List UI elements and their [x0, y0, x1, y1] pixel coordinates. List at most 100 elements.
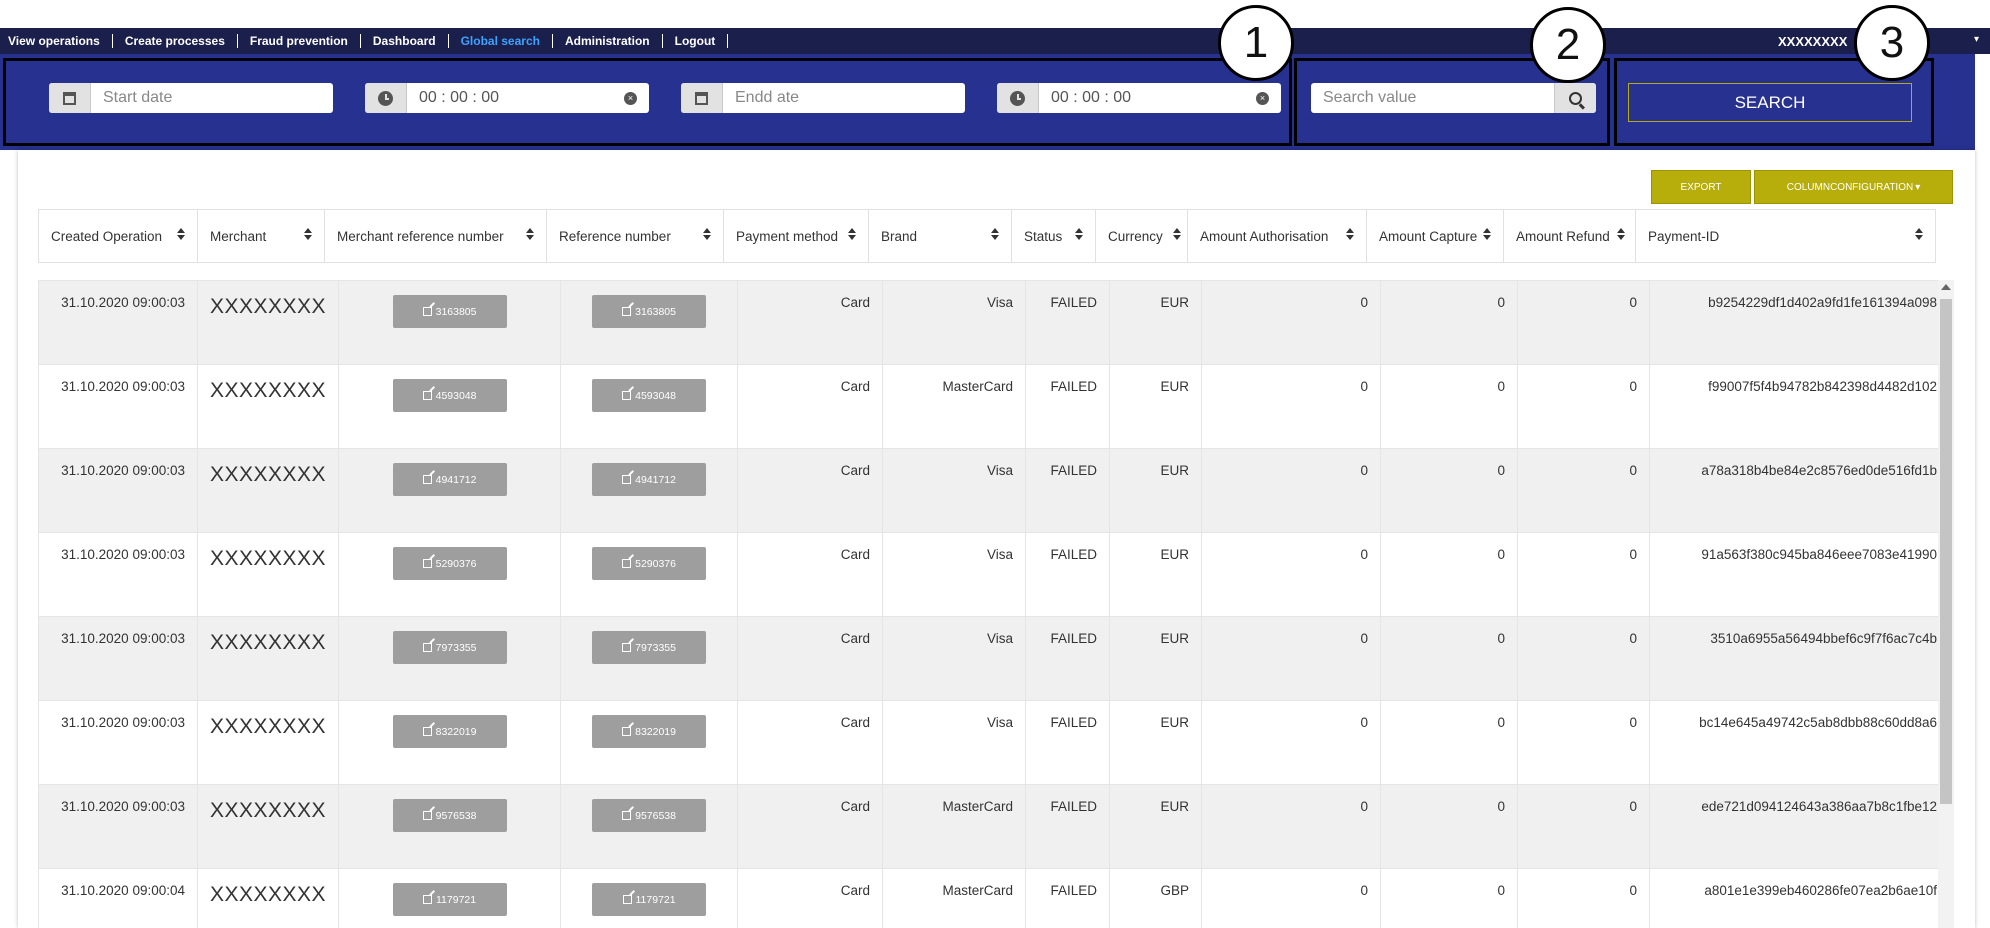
reference-button[interactable]: 8322019	[592, 715, 707, 748]
column-header[interactable]: Brand	[868, 209, 1012, 263]
results-table-body: 31.10.2020 09:00:03 XXXXXXXX 3163805 316380…	[38, 280, 1954, 928]
external-link-icon	[422, 307, 432, 316]
column-header-label: Payment method	[736, 228, 839, 244]
brand-cell: Visa	[882, 616, 1027, 701]
merchant-reference-button[interactable]: 7973355	[392, 631, 507, 664]
reference-button[interactable]: 4941712	[592, 463, 707, 496]
merchant-reference-button[interactable]: 9576538	[392, 799, 507, 832]
column-header-label: Amount Authorisation	[1200, 228, 1329, 244]
status-cell: FAILED	[1025, 280, 1111, 365]
amount-refund-cell: 0	[1517, 700, 1651, 785]
amount-refund-cell: 0	[1517, 448, 1651, 533]
sort-icon[interactable]	[1173, 228, 1181, 242]
scrollbar-thumb[interactable]	[1940, 299, 1952, 804]
sort-icon[interactable]	[848, 228, 856, 242]
column-header[interactable]: Reference number	[546, 209, 724, 263]
merchant-reference-button[interactable]: 8322019	[392, 715, 507, 748]
column-header-label: Payment-ID	[1648, 228, 1720, 244]
user-name[interactable]: XXXXXXXX	[1778, 34, 1847, 49]
sort-icon[interactable]	[304, 228, 312, 242]
column-header[interactable]: Payment method	[723, 209, 869, 263]
column-header[interactable]: Merchant	[197, 209, 325, 263]
reference-button[interactable]: 1179721	[592, 883, 707, 916]
reference-button[interactable]: 5290376	[592, 547, 707, 580]
reference-button[interactable]: 9576538	[592, 799, 707, 832]
sort-icon[interactable]	[1075, 228, 1083, 242]
column-header[interactable]: Amount Capture	[1366, 209, 1504, 263]
user-menu-caret-icon[interactable]: ▾	[1974, 34, 1979, 45]
nav-administration[interactable]: Administration	[553, 34, 663, 48]
column-header[interactable]: Status	[1011, 209, 1096, 263]
column-header-label: Created Operation	[51, 228, 163, 244]
merchant-cell: XXXXXXXX	[196, 700, 340, 785]
sort-icon[interactable]	[1617, 228, 1625, 242]
reference-button[interactable]: 7973355	[592, 631, 707, 664]
reference-cell: 9576538	[560, 784, 739, 869]
nav-dashboard[interactable]: Dashboard	[361, 34, 449, 48]
nav-fraud-prevention[interactable]: Fraud prevention	[238, 34, 361, 48]
table-row[interactable]: 31.10.2020 09:00:03 XXXXXXXX 4941712 494171…	[38, 448, 1951, 533]
column-header-label: Brand	[881, 228, 918, 244]
brand-cell: Visa	[882, 532, 1027, 617]
payment-method-cell: Card	[737, 700, 884, 785]
payment-id-cell: bc14e645a49742c5ab8dbb88c60dd8a6	[1649, 700, 1951, 785]
external-link-icon	[622, 307, 632, 316]
external-link-icon	[622, 895, 632, 904]
reference-button[interactable]: 4593048	[592, 379, 707, 412]
callout-number-1: 1	[1218, 5, 1294, 81]
sort-icon[interactable]	[703, 228, 711, 242]
merchant-reference-button[interactable]: 5290376	[392, 547, 507, 580]
column-configuration-button[interactable]: COLUMNCONFIGURATION ▾	[1754, 170, 1953, 204]
nav-create-processes[interactable]: Create processes	[113, 34, 238, 48]
nav-global-search[interactable]: Global search	[449, 34, 553, 48]
brand-cell: Visa	[882, 280, 1027, 365]
results-table-header: Created Operation Merchant Merchant refe…	[38, 209, 1936, 263]
top-navigation: View operations Create processes Fraud p…	[0, 28, 1990, 54]
table-row[interactable]: 31.10.2020 09:00:03 XXXXXXXX 4593048 459304…	[38, 364, 1951, 449]
column-header[interactable]: Merchant reference number	[324, 209, 547, 263]
payment-id-cell: b9254229df1d402a9fd1fe161394a098	[1649, 280, 1951, 365]
table-row[interactable]: 31.10.2020 09:00:03 XXXXXXXX 5290376 529037…	[38, 532, 1951, 617]
merchant-reference-value: 7973355	[435, 641, 477, 654]
column-header[interactable]: Payment-ID	[1635, 209, 1936, 263]
currency-cell: EUR	[1109, 532, 1203, 617]
sort-icon[interactable]	[1483, 228, 1491, 242]
merchant-reference-button[interactable]: 1179721	[392, 883, 507, 916]
column-header[interactable]: Created Operation	[38, 209, 198, 263]
sort-icon[interactable]	[177, 228, 185, 242]
scroll-up-icon[interactable]	[1941, 284, 1951, 290]
sort-icon[interactable]	[526, 228, 534, 242]
nav-logout[interactable]: Logout	[663, 34, 729, 48]
table-row[interactable]: 31.10.2020 09:00:03 XXXXXXXX 9576538 957653…	[38, 784, 1951, 869]
payment-method-cell: Card	[737, 868, 884, 928]
column-header-label: Amount Capture	[1379, 228, 1478, 244]
sort-icon[interactable]	[1915, 228, 1923, 242]
column-header[interactable]: Currency	[1095, 209, 1188, 263]
table-row[interactable]: 31.10.2020 09:00:03 XXXXXXXX 7973355 797335…	[38, 616, 1951, 701]
amount-authorisation-cell: 0	[1201, 784, 1382, 869]
table-row[interactable]: 31.10.2020 09:00:04 XXXXXXXX 1179721 117972…	[38, 868, 1951, 928]
nav-view-operations[interactable]: View operations	[0, 34, 113, 48]
payment-method-cell: Card	[737, 616, 884, 701]
table-row[interactable]: 31.10.2020 09:00:03 XXXXXXXX 3163805 316380…	[38, 280, 1951, 365]
merchant-reference-button[interactable]: 4941712	[392, 463, 507, 496]
merchant-reference-button[interactable]: 4593048	[392, 379, 507, 412]
export-button[interactable]: EXPORT	[1651, 170, 1751, 204]
merchant-cell: XXXXXXXX	[196, 532, 340, 617]
external-link-icon	[622, 643, 632, 652]
payment-method-cell: Card	[737, 784, 884, 869]
currency-cell: EUR	[1109, 448, 1203, 533]
sort-icon[interactable]	[1346, 228, 1354, 242]
reference-value: 3163805	[635, 305, 676, 318]
status-cell: FAILED	[1025, 532, 1111, 617]
column-header[interactable]: Amount Authorisation	[1187, 209, 1367, 263]
sort-icon[interactable]	[991, 228, 999, 242]
reference-button[interactable]: 3163805	[592, 295, 707, 328]
table-row[interactable]: 31.10.2020 09:00:03 XXXXXXXX 8322019 832201…	[38, 700, 1951, 785]
merchant-reference-button[interactable]: 3163805	[392, 295, 507, 328]
reference-cell: 4941712	[560, 448, 739, 533]
external-link-icon	[422, 475, 432, 484]
table-scrollbar[interactable]	[1938, 280, 1954, 928]
payment-method-cell: Card	[737, 280, 884, 365]
column-header[interactable]: Amount Refund	[1503, 209, 1636, 263]
